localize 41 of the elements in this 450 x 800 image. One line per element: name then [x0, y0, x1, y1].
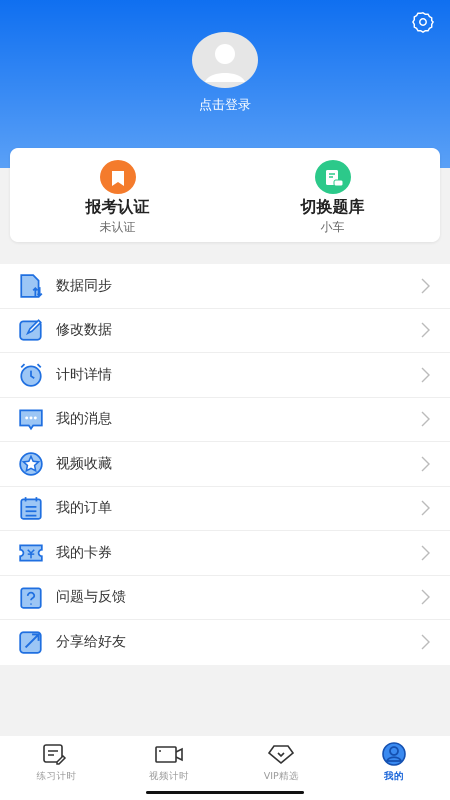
chevron-right-icon [421, 456, 430, 472]
menu-item[interactable]: 问题与反馈 [0, 576, 450, 620]
menu-item[interactable]: 我的订单 [0, 486, 450, 531]
bookmark-icon[interactable] [98, 160, 138, 194]
chevron-right-icon [421, 500, 430, 516]
menu-label: 问题与反馈 [56, 588, 127, 606]
card-title[interactable]: 报考认证 [86, 197, 150, 218]
card-subtitle: 未认证 [100, 219, 136, 236]
menu-item[interactable]: 计时详情 [0, 353, 450, 398]
menu-item[interactable]: 修改数据 [0, 308, 450, 353]
menu-item[interactable]: 我的卡券 [0, 531, 450, 576]
chevron-right-icon [421, 634, 430, 650]
tab-item[interactable]: 我的 [338, 736, 450, 800]
menu-item[interactable]: 视频收藏 [0, 442, 450, 486]
menu-label: 修改数据 [56, 321, 113, 340]
card-subtitle: 小车 [320, 219, 344, 236]
chevron-right-icon [421, 366, 430, 383]
card-title[interactable]: 切换题库 [300, 197, 364, 218]
chevron-right-icon [421, 411, 430, 428]
document-sync-icon [18, 272, 44, 299]
avatar-icon[interactable] [192, 32, 258, 88]
menu-label: 我的订单 [56, 499, 113, 518]
chevron-right-icon [421, 544, 430, 561]
menu-label: 视频收藏 [56, 454, 113, 473]
menu-item[interactable]: 我的消息 [0, 398, 450, 442]
menu-item[interactable]: 数据同步 [0, 264, 450, 308]
menu-label: 数据同步 [56, 276, 113, 295]
menu-label: 计时详情 [56, 366, 113, 384]
menu-label: 分享给好友 [56, 633, 127, 652]
calendar-icon [18, 495, 44, 522]
alarm-clock-icon [18, 362, 44, 388]
settings-icon[interactable] [412, 11, 434, 33]
edit-icon [18, 317, 44, 344]
share-icon [18, 629, 44, 656]
chevron-right-icon [421, 589, 430, 606]
chevron-right-icon [421, 278, 430, 294]
menu-label: 我的卡券 [56, 544, 113, 562]
chevron-right-icon [421, 322, 430, 338]
menu-item[interactable]: 分享给好友 [0, 620, 450, 664]
menu-label: 我的消息 [56, 410, 113, 428]
question-bank-icon[interactable] [312, 160, 352, 194]
